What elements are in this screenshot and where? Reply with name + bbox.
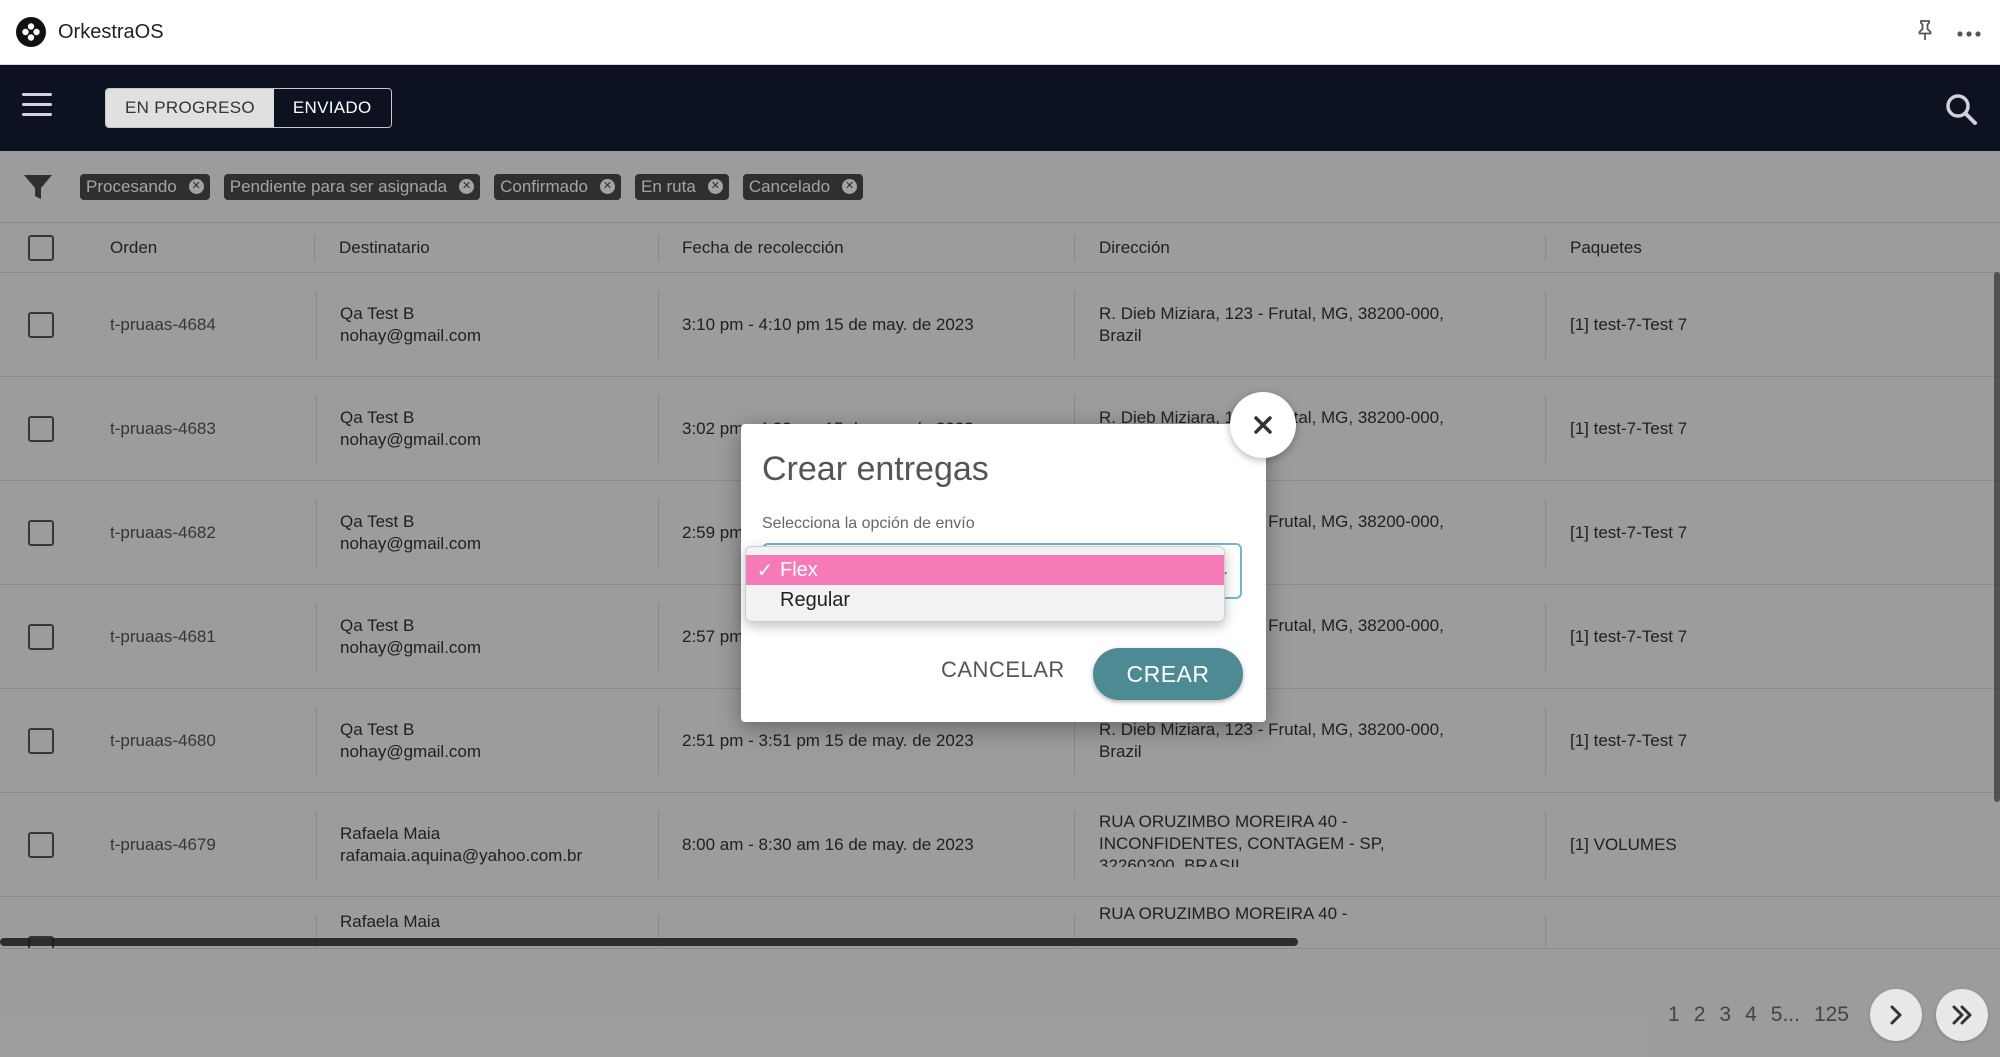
chevron-right-icon	[1890, 1005, 1902, 1025]
vertical-scrollbar[interactable]	[1994, 272, 2000, 802]
next-page-button[interactable]	[1870, 989, 1922, 1041]
more-options-icon[interactable]	[1956, 21, 1982, 44]
page-1[interactable]: 1	[1668, 1003, 1680, 1027]
pagination: 1 2 3 4 5... 125	[1661, 985, 2000, 1045]
cancel-button[interactable]: CANCELAR	[941, 657, 1065, 683]
status-segmented-control: EN PROGRESO ENVIADO	[105, 88, 392, 128]
page-last[interactable]: 125	[1814, 1003, 1849, 1027]
tab-en-progreso[interactable]: EN PROGRESO	[106, 89, 274, 127]
last-page-button[interactable]	[1936, 989, 1988, 1041]
horizontal-scrollbar[interactable]	[0, 938, 1298, 946]
create-button[interactable]: CREAR	[1093, 648, 1243, 700]
double-chevron-right-icon	[1952, 1005, 1972, 1025]
close-dialog-button[interactable]	[1230, 392, 1296, 458]
page-5-ellipsis[interactable]: 5...	[1771, 1003, 1800, 1027]
tab-enviado[interactable]: ENVIADO	[273, 89, 391, 127]
shipping-option-label: Selecciona la opción de envío	[762, 515, 975, 532]
checkmark-icon: ✓	[756, 559, 774, 582]
dialog-title: Crear entregas	[762, 450, 989, 488]
page-3[interactable]: 3	[1719, 1003, 1731, 1027]
page-4[interactable]: 4	[1745, 1003, 1757, 1027]
search-icon[interactable]	[1944, 92, 1978, 126]
option-flex[interactable]: ✓ Flex	[746, 555, 1224, 585]
option-regular[interactable]: Regular	[746, 585, 1224, 615]
top-navigation: EN PROGRESO ENVIADO	[0, 65, 2000, 151]
shipping-option-dropdown: ✓ Flex Regular	[745, 546, 1225, 622]
app-logo-icon	[16, 17, 46, 47]
window-titlebar: OrkestraOS	[0, 0, 2000, 65]
pin-icon[interactable]	[1916, 19, 1934, 47]
close-icon	[1254, 416, 1272, 434]
hamburger-menu-icon[interactable]	[22, 93, 52, 119]
app-title: OrkestraOS	[58, 20, 164, 43]
page-2[interactable]: 2	[1694, 1003, 1706, 1027]
